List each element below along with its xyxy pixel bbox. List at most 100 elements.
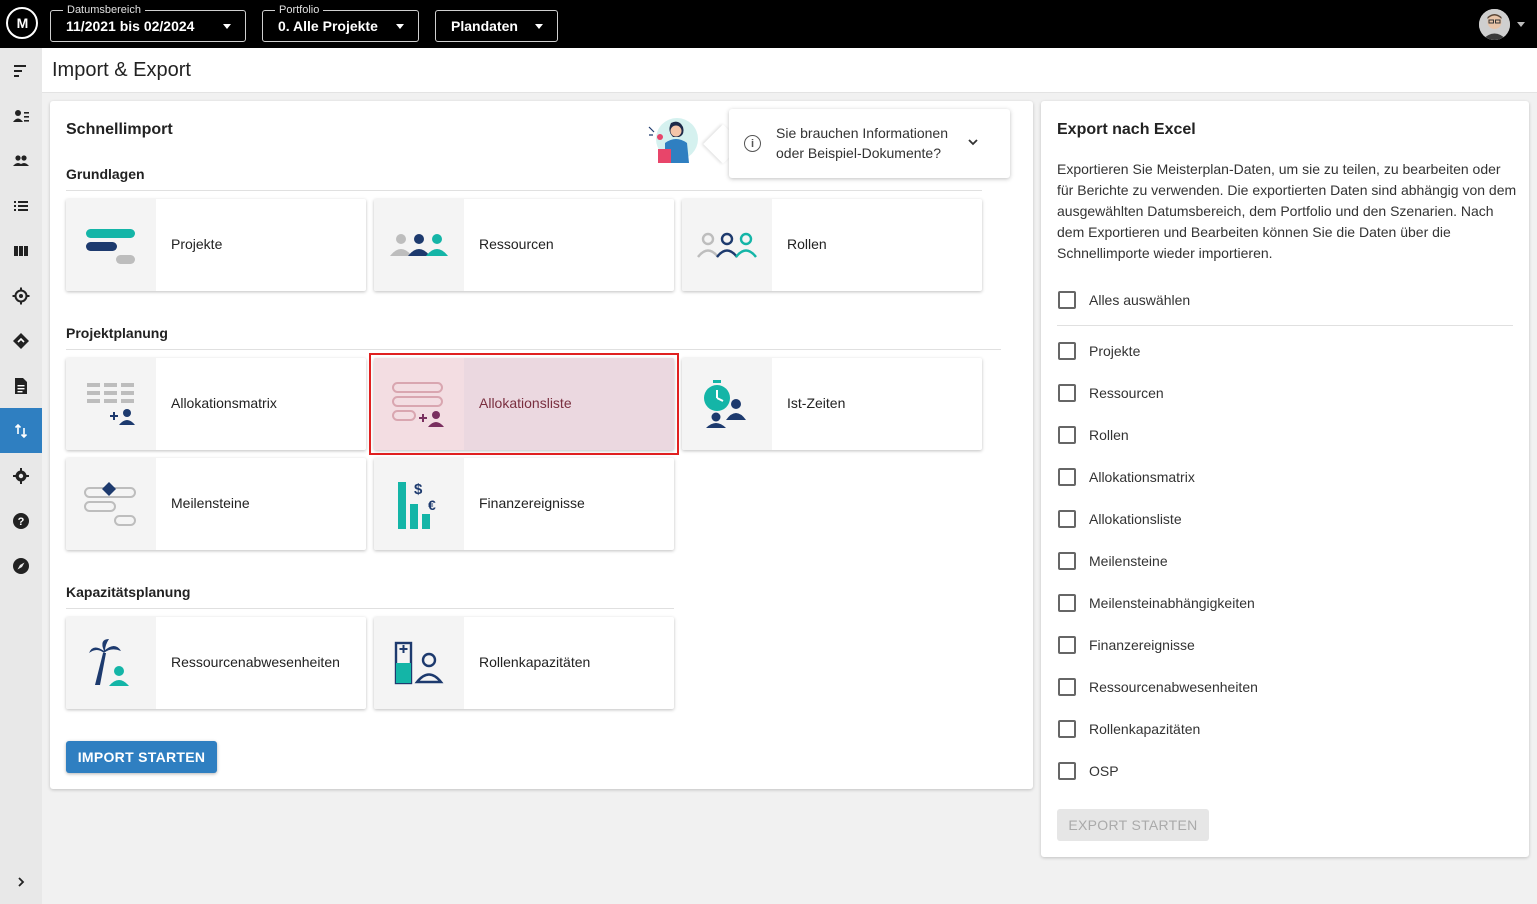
gear-icon	[13, 467, 29, 484]
sidebar-item-explore[interactable]	[0, 543, 42, 588]
svg-text:$: $	[414, 481, 423, 498]
checkbox[interactable]	[1058, 720, 1076, 738]
sidebar-expand-button[interactable]	[0, 859, 42, 904]
tile-ist-zeiten[interactable]: Ist-Zeiten	[682, 358, 982, 450]
tile-meilensteine[interactable]: Meilensteine	[66, 458, 366, 550]
sidebar-item-import-export[interactable]	[0, 408, 42, 453]
tile-label: Allokationsmatrix	[171, 395, 277, 411]
checkbox[interactable]	[1058, 636, 1076, 654]
checkbox[interactable]	[1058, 594, 1076, 612]
sidebar-item-help[interactable]: ?	[0, 498, 42, 543]
tile-label: Ist-Zeiten	[787, 395, 846, 411]
app-logo[interactable]: M	[6, 7, 38, 39]
chevron-down-icon	[535, 24, 543, 29]
checkbox[interactable]	[1058, 762, 1076, 780]
tile-projekte[interactable]: Projekte	[66, 199, 366, 291]
user-menu-chevron-icon[interactable]	[1517, 22, 1525, 27]
tile-label: Ressourcenabwesenheiten	[171, 654, 340, 670]
date-range-label: Datumsbereich	[63, 3, 145, 17]
export-option-osp[interactable]: OSP	[1058, 761, 1119, 781]
compass-icon	[13, 557, 29, 574]
checkbox[interactable]	[1058, 468, 1076, 486]
finance-icon: $ €	[398, 481, 436, 529]
export-start-button[interactable]: EXPORT STARTEN	[1057, 809, 1209, 841]
info-text-line2: oder Beispiel-Dokumente?	[776, 145, 941, 161]
checkbox[interactable]	[1058, 384, 1076, 402]
tile-label: Finanzereignisse	[479, 495, 585, 511]
svg-text:€: €	[428, 497, 436, 513]
checkbox[interactable]	[1058, 291, 1076, 309]
checkbox-label: Rollenkapazitäten	[1089, 721, 1201, 737]
checkbox-label: Alles auswählen	[1089, 292, 1191, 308]
export-option-ressourcen[interactable]: Ressourcen	[1058, 383, 1164, 403]
export-option-allokationsliste[interactable]: Allokationsliste	[1058, 509, 1182, 529]
divider	[66, 190, 982, 191]
checkbox[interactable]	[1058, 678, 1076, 696]
checkbox-label: Rollen	[1089, 427, 1129, 443]
tile-ressourcen[interactable]: Ressourcen	[374, 199, 674, 291]
sidebar-item-resources[interactable]	[0, 93, 42, 138]
import-start-button[interactable]: IMPORT STARTEN	[66, 741, 217, 773]
export-option-ressourcenabwesenheiten[interactable]: Ressourcenabwesenheiten	[1058, 677, 1258, 697]
export-option-meilensteinabhaengigkeiten[interactable]: Meilensteinabhängigkeiten	[1058, 593, 1255, 613]
data-mode-value: Plandaten	[451, 18, 518, 34]
export-option-rollen[interactable]: Rollen	[1058, 425, 1129, 445]
resources-icon	[390, 234, 448, 256]
tile-label: Meilensteine	[171, 495, 250, 511]
checkbox[interactable]	[1058, 510, 1076, 528]
tile-rollen[interactable]: Rollen	[682, 199, 982, 291]
export-option-allokationsmatrix[interactable]: Allokationsmatrix	[1058, 467, 1195, 487]
export-option-finanzereignisse[interactable]: Finanzereignisse	[1058, 635, 1195, 655]
projects-icon	[86, 229, 135, 264]
select-all-checkbox[interactable]: Alles auswählen	[1058, 290, 1190, 310]
quick-import-title: Schnellimport	[66, 121, 173, 138]
tile-label: Ressourcen	[479, 236, 554, 252]
sidebar-item-milestones[interactable]	[0, 318, 42, 363]
checkbox-label: Projekte	[1089, 343, 1141, 359]
checkbox-label: Meilensteinabhängigkeiten	[1089, 595, 1255, 611]
document-icon	[15, 377, 27, 394]
actuals-icon	[704, 380, 746, 428]
checkbox[interactable]	[1058, 426, 1076, 444]
roles-icon	[697, 232, 757, 258]
diamond-icon	[13, 332, 29, 349]
user-avatar[interactable]	[1479, 9, 1510, 40]
tile-allokationsmatrix[interactable]: Allokationsmatrix	[66, 358, 366, 450]
sidebar-item-documents[interactable]	[0, 363, 42, 408]
sidebar-item-target[interactable]	[0, 273, 42, 318]
checkbox[interactable]	[1058, 342, 1076, 360]
portfolio-dropdown[interactable]: Portfolio 0. Alle Projekte	[262, 3, 419, 42]
tile-label: Rollen	[787, 236, 827, 252]
info-dropdown[interactable]: i Sie brauchen Informationen oder Beispi…	[729, 109, 1010, 178]
tile-finanzereignisse[interactable]: $ € Finanzereignisse	[374, 458, 674, 550]
checkbox[interactable]	[1058, 552, 1076, 570]
export-option-projekte[interactable]: Projekte	[1058, 341, 1140, 361]
checkbox-label: OSP	[1089, 763, 1119, 779]
role-capacity-icon	[394, 641, 444, 685]
sidebar-item-settings[interactable]	[0, 453, 42, 498]
gantt-icon	[14, 64, 26, 77]
sidebar-item-gantt[interactable]	[0, 48, 42, 93]
export-option-rollenkapazitaeten[interactable]: Rollenkapazitäten	[1058, 719, 1200, 739]
page-header: Import & Export	[42, 48, 1537, 93]
import-export-icon	[14, 423, 28, 438]
export-description: Exportieren Sie Meisterplan-Daten, um si…	[1057, 161, 1517, 261]
divider	[1057, 325, 1513, 326]
sidebar: ?	[0, 48, 42, 904]
tile-ressourcenabwesenheiten[interactable]: Ressourcenabwesenheiten	[66, 617, 366, 709]
section-grundlagen: Grundlagen	[66, 166, 145, 182]
chevron-down-icon	[223, 24, 231, 29]
date-range-value: 11/2021 bis 02/2024	[66, 18, 195, 34]
svg-text:?: ?	[18, 516, 25, 528]
chevron-down-icon	[396, 24, 404, 29]
milestones-icon	[84, 482, 136, 526]
export-option-meilensteine[interactable]: Meilensteine	[1058, 551, 1168, 571]
date-range-dropdown[interactable]: Datumsbereich 11/2021 bis 02/2024	[50, 3, 246, 42]
selection-highlight	[369, 353, 679, 455]
data-mode-dropdown[interactable]: Plandaten	[435, 10, 558, 42]
tile-rollenkapazitaeten[interactable]: Rollenkapazitäten	[374, 617, 674, 709]
sidebar-item-list[interactable]	[0, 183, 42, 228]
list-icon	[14, 200, 28, 211]
sidebar-item-teams[interactable]	[0, 138, 42, 183]
sidebar-item-columns[interactable]	[0, 228, 42, 273]
